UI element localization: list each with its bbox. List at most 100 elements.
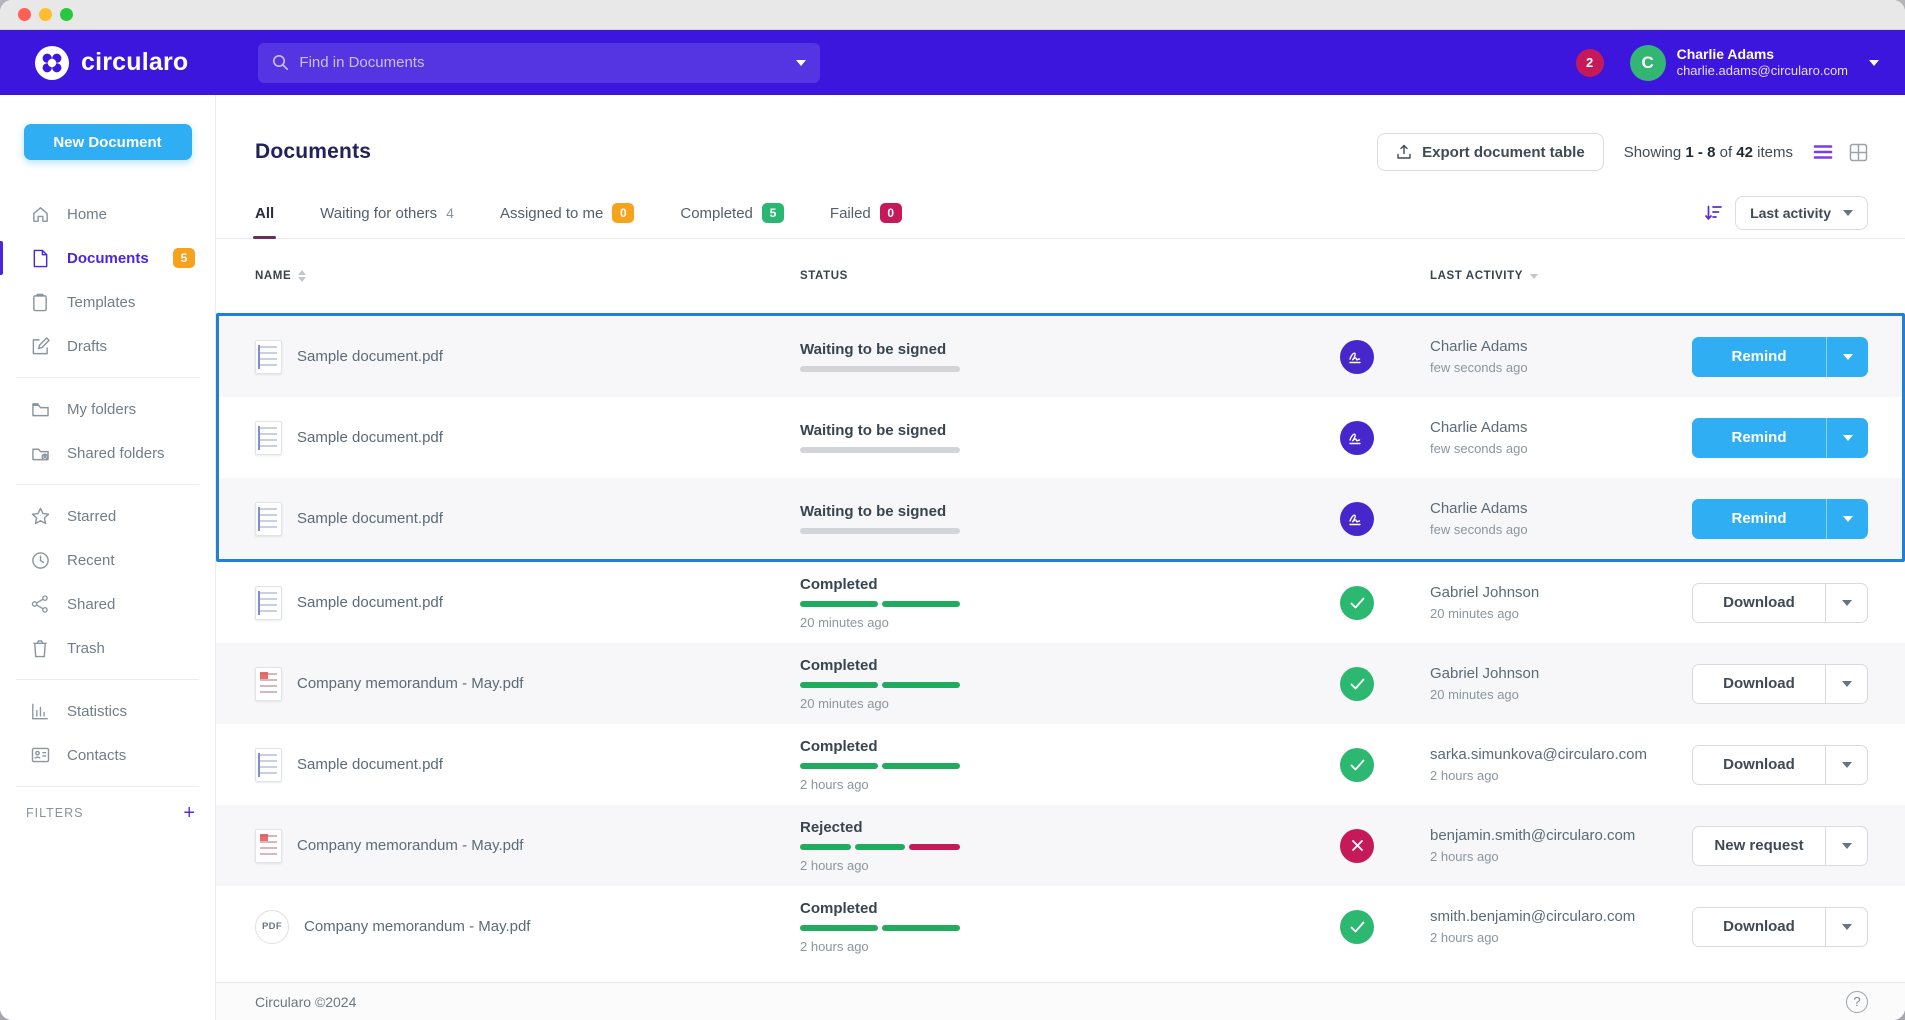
sort-direction-icon — [1530, 274, 1538, 279]
search-bar[interactable] — [258, 43, 820, 83]
table-row[interactable]: Company memorandum - May.pdf Rejected 2 … — [216, 805, 1905, 886]
add-filter-button[interactable]: + — [183, 803, 195, 823]
list-view-icon — [1813, 144, 1833, 160]
table-row[interactable]: Sample document.pdf Waiting to be signed… — [219, 316, 1902, 397]
new-request-button[interactable]: New request — [1693, 827, 1825, 865]
sidebar-item-label: Statistics — [67, 703, 127, 720]
document-name[interactable]: Company memorandum - May.pdf — [304, 918, 530, 935]
sort-descending-icon[interactable] — [1705, 205, 1723, 221]
close-window-button[interactable] — [18, 8, 31, 21]
table-row[interactable]: PDF Company memorandum - May.pdf Complet… — [216, 886, 1905, 967]
help-button[interactable]: ? — [1846, 991, 1868, 1013]
row-actions-caret[interactable] — [1826, 418, 1868, 458]
document-name[interactable]: Sample document.pdf — [297, 756, 443, 773]
document-thumbnail-icon — [255, 502, 282, 536]
status-time: 2 hours ago — [800, 777, 1340, 792]
zoom-window-button[interactable] — [60, 8, 73, 21]
download-button[interactable]: Download — [1693, 665, 1825, 703]
document-name[interactable]: Sample document.pdf — [297, 594, 443, 611]
sidebar-item-drafts[interactable]: Drafts — [0, 324, 215, 368]
list-view-toggle[interactable] — [1813, 144, 1833, 160]
sidebar-item-label: Trash — [67, 640, 105, 657]
progress-bar — [800, 447, 960, 453]
progress-bar — [800, 366, 960, 372]
user-email: charlie.adams@circularo.com — [1677, 63, 1848, 80]
tab-waiting-for-others[interactable]: Waiting for others4 — [320, 203, 454, 238]
column-header-last-activity[interactable]: LAST ACTIVITY — [1430, 270, 1692, 282]
sort-by-select[interactable]: Last activity — [1735, 196, 1868, 230]
table-row[interactable]: Sample document.pdf Completed 20 minutes… — [216, 562, 1905, 643]
completed-check-icon — [1340, 910, 1374, 944]
minimize-window-button[interactable] — [39, 8, 52, 21]
row-actions-caret[interactable] — [1825, 584, 1867, 622]
notification-badge[interactable]: 2 — [1576, 49, 1604, 77]
tab-assigned-to-me[interactable]: Assigned to me0 — [500, 203, 634, 238]
export-document-table-button[interactable]: Export document table — [1377, 133, 1604, 171]
export-icon — [1396, 144, 1412, 160]
row-actions-caret[interactable] — [1826, 499, 1868, 539]
grid-view-toggle[interactable] — [1849, 143, 1868, 162]
documents-count-badge: 5 — [173, 248, 195, 268]
document-name[interactable]: Company memorandum - May.pdf — [297, 837, 523, 854]
document-name[interactable]: Sample document.pdf — [297, 429, 443, 446]
sidebar-item-templates[interactable]: Templates — [0, 280, 215, 324]
search-scope-caret-icon[interactable] — [796, 60, 806, 66]
progress-bar — [800, 528, 960, 534]
user-menu[interactable]: C Charlie Adams charlie.adams@circularo.… — [1630, 45, 1879, 81]
document-name[interactable]: Company memorandum - May.pdf — [297, 675, 523, 692]
sidebar-item-contacts[interactable]: Contacts — [0, 733, 215, 777]
status-time: 20 minutes ago — [800, 696, 1340, 711]
actor-name: Charlie Adams — [1430, 337, 1692, 357]
row-actions-caret[interactable] — [1825, 908, 1867, 946]
table-row[interactable]: Sample document.pdf Completed 2 hours ag… — [216, 724, 1905, 805]
sidebar-divider — [16, 377, 199, 378]
sidebar-item-shared[interactable]: Shared — [0, 582, 215, 626]
sidebar-item-shared-folders[interactable]: Shared folders — [0, 431, 215, 475]
new-document-button[interactable]: New Document — [24, 124, 192, 160]
user-menu-caret-icon[interactable] — [1869, 60, 1879, 66]
remind-button[interactable]: Remind — [1692, 418, 1826, 458]
tab-all[interactable]: All — [255, 203, 274, 238]
row-actions-caret[interactable] — [1826, 337, 1868, 377]
actor-time: few seconds ago — [1430, 440, 1692, 458]
actor-time: 2 hours ago — [1430, 929, 1692, 947]
row-actions-caret[interactable] — [1825, 827, 1867, 865]
table-row[interactable]: Sample document.pdf Waiting to be signed… — [219, 397, 1902, 478]
footer: Circularo ©2024 ? — [216, 982, 1905, 1020]
sidebar-item-statistics[interactable]: Statistics — [0, 689, 215, 733]
download-button[interactable]: Download — [1693, 584, 1825, 622]
window-titlebar — [0, 0, 1905, 30]
avatar: C — [1630, 45, 1666, 81]
tab-failed[interactable]: Failed0 — [830, 203, 902, 238]
search-input[interactable] — [299, 54, 796, 71]
folder-shared-icon — [30, 443, 50, 463]
sidebar-item-documents[interactable]: Documents 5 — [0, 236, 215, 280]
row-actions-caret[interactable] — [1825, 665, 1867, 703]
document-name[interactable]: Sample document.pdf — [297, 510, 443, 527]
table-header: NAME STATUS LAST ACTIVITY — [216, 239, 1905, 313]
sidebar-item-home[interactable]: Home — [0, 192, 215, 236]
table-row[interactable]: Company memorandum - May.pdf Completed 2… — [216, 643, 1905, 724]
document-thumbnail-icon — [255, 667, 282, 701]
sidebar-item-recent[interactable]: Recent — [0, 538, 215, 582]
main-panel: Documents Export document table Showing … — [216, 95, 1905, 1020]
sidebar-item-trash[interactable]: Trash — [0, 626, 215, 670]
app-window: circularo 2 C Charlie Adams charlie.adam… — [0, 0, 1905, 1020]
remind-button[interactable]: Remind — [1692, 337, 1826, 377]
brand-logo[interactable]: circularo — [34, 45, 188, 81]
table-body: Sample document.pdf Completed 20 minutes… — [216, 562, 1905, 967]
column-header-name[interactable]: NAME — [255, 270, 800, 282]
tab-completed[interactable]: Completed5 — [680, 203, 784, 238]
sidebar-item-my-folders[interactable]: My folders — [0, 387, 215, 431]
remind-button[interactable]: Remind — [1692, 499, 1826, 539]
table-row[interactable]: Sample document.pdf Waiting to be signed… — [219, 478, 1902, 559]
sidebar-item-label: Recent — [67, 552, 115, 569]
download-button[interactable]: Download — [1693, 908, 1825, 946]
row-actions-caret[interactable] — [1825, 746, 1867, 784]
home-icon — [30, 204, 50, 224]
sidebar-item-starred[interactable]: Starred — [0, 494, 215, 538]
document-thumbnail-icon — [255, 340, 282, 374]
actor-name: Gabriel Johnson — [1430, 664, 1692, 684]
download-button[interactable]: Download — [1693, 746, 1825, 784]
document-name[interactable]: Sample document.pdf — [297, 348, 443, 365]
